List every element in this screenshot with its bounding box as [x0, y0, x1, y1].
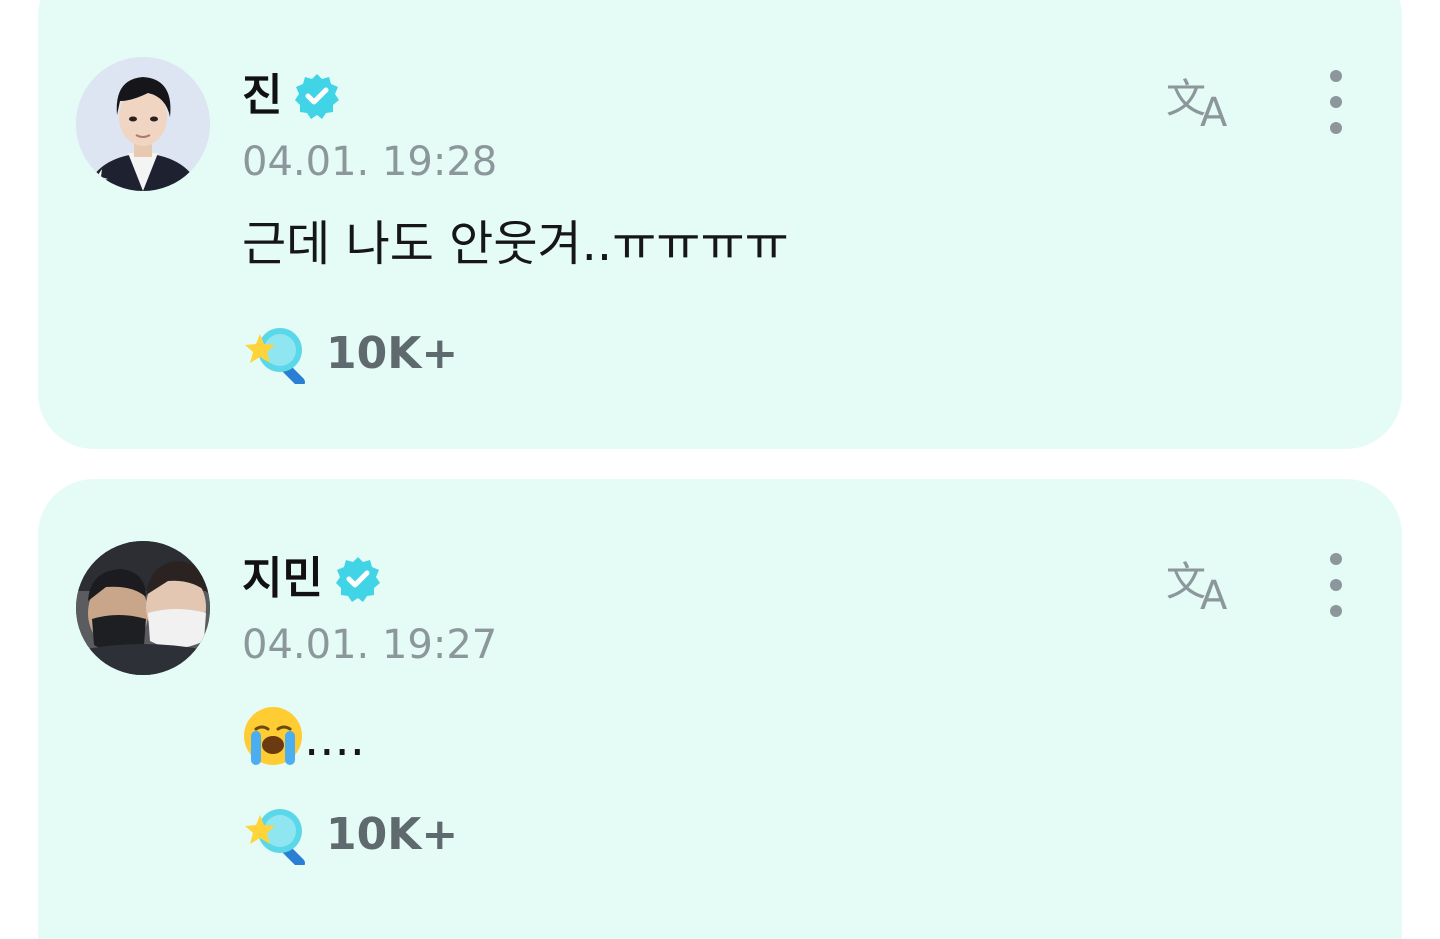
svg-text:A: A: [1200, 573, 1228, 615]
author-name[interactable]: 지민: [242, 551, 323, 607]
post-message: 근데 나도 안웃겨..ㅠㅠㅠㅠ: [242, 216, 789, 272]
post-message-text: ....: [304, 711, 366, 767]
more-vertical-icon[interactable]: [1312, 549, 1360, 621]
translate-icon[interactable]: 文 A: [1162, 551, 1242, 615]
star-reaction-icon: [245, 328, 305, 384]
reaction-button[interactable]: 10K+: [242, 324, 458, 384]
reaction-button[interactable]: 10K+: [242, 805, 458, 865]
post-card: 진 04.01. 19:28 근데 나도 안웃겨..ㅠㅠㅠㅠ 10K+ 文 A: [38, 0, 1402, 449]
verified-badge-icon: [295, 74, 340, 119]
avatar[interactable]: [76, 541, 210, 675]
post-timestamp: 04.01. 19:27: [242, 622, 498, 668]
author-row: 지민: [242, 551, 383, 607]
verified-badge-icon: [335, 557, 380, 602]
avatar[interactable]: [76, 57, 210, 191]
reaction-count: 10K+: [326, 328, 459, 379]
author-name[interactable]: 진: [242, 68, 282, 124]
avatar-image: [76, 541, 210, 675]
avatar-image: [76, 57, 210, 191]
post-timestamp: 04.01. 19:28: [242, 139, 498, 185]
post-card: 지민 04.01. 19:27 .... 10K+ 文 A: [38, 479, 1402, 939]
star-reaction-icon: [245, 809, 305, 865]
translate-icon[interactable]: 文 A: [1162, 68, 1242, 132]
loudly-crying-face-icon: [244, 707, 302, 765]
post-message: ....: [242, 705, 365, 769]
svg-text:A: A: [1200, 90, 1228, 132]
reaction-count: 10K+: [326, 809, 459, 860]
more-vertical-icon[interactable]: [1312, 66, 1360, 138]
author-row: 진: [242, 68, 342, 124]
